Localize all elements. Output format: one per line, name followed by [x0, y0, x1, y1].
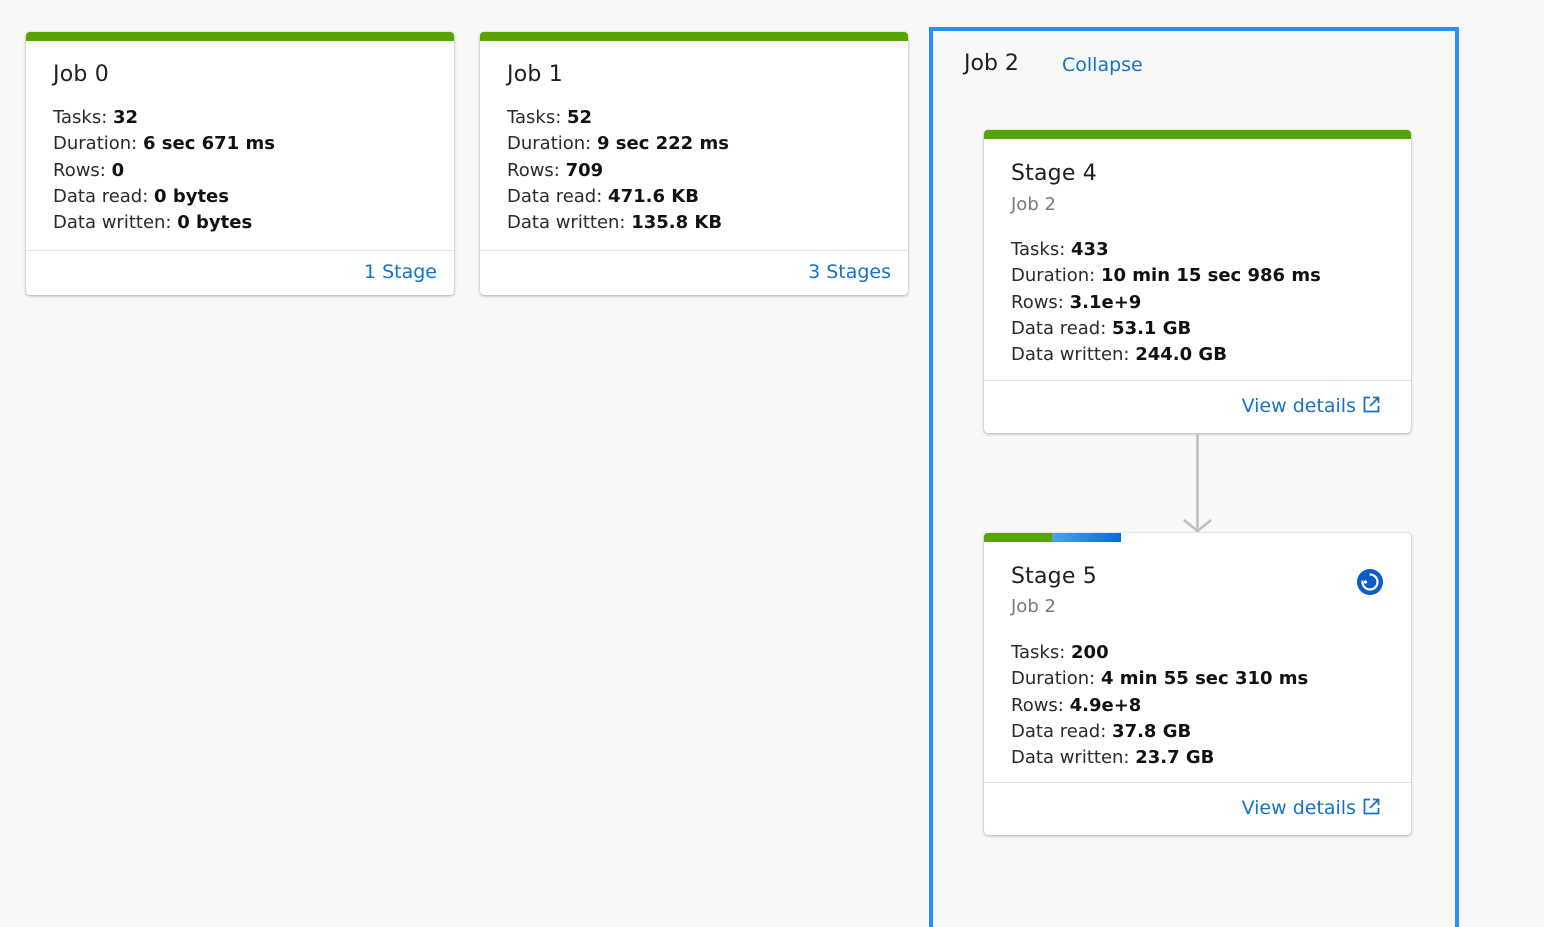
job-2-title: Job 2	[964, 51, 1019, 76]
metric-rows: Rows: 4.9e+8	[1011, 693, 1308, 719]
metric-data-read: Data read: 471.6 KB	[507, 184, 729, 210]
stages-link[interactable]: 1 Stage	[364, 261, 437, 283]
metric-value: 23.7 GB	[1135, 747, 1215, 769]
metric-label: Rows:	[1011, 694, 1064, 716]
card-footer: 1 Stage	[26, 250, 454, 295]
metric-value: 4 min 55 sec 310 ms	[1100, 668, 1309, 690]
metric-label: Rows:	[507, 159, 560, 181]
succeeded-segment	[984, 533, 1052, 542]
metric-label: Data read:	[1011, 317, 1107, 339]
metric-duration: Duration: 6 sec 671 ms	[53, 131, 275, 157]
metric-label: Rows:	[1011, 291, 1064, 313]
metric-value: 471.6 KB	[608, 185, 699, 207]
view-details-link[interactable]: View details	[1242, 395, 1381, 419]
metric-duration: Duration: 9 sec 222 ms	[507, 131, 729, 157]
metric-label: Tasks:	[53, 107, 108, 128]
metric-label: Tasks:	[1011, 642, 1066, 663]
metric-rows: Rows: 3.1e+9	[1011, 290, 1321, 316]
view-details-label: View details	[1241, 797, 1356, 819]
job-title: Job 0	[53, 62, 109, 87]
stage-title: Stage 4	[1011, 161, 1097, 186]
job-title: Job 1	[507, 62, 563, 87]
stage-title: Stage 5	[1011, 564, 1097, 589]
job-metrics: Tasks: 52 Duration: 9 sec 222 ms Rows: 7…	[507, 105, 729, 236]
metric-value: 0 bytes	[177, 212, 253, 234]
metric-label: Data written:	[1011, 747, 1130, 769]
metric-value: 135.8 KB	[631, 212, 723, 234]
metric-tasks: Tasks: 200	[1011, 640, 1308, 666]
metric-value: 52	[567, 107, 593, 128]
metric-value: 0	[111, 159, 125, 181]
external-link-icon	[1362, 797, 1381, 821]
running-segment	[1052, 533, 1121, 542]
metric-tasks: Tasks: 52	[507, 105, 729, 131]
metric-tasks: Tasks: 32	[53, 105, 275, 131]
card-footer: 3 Stages	[480, 250, 908, 295]
card-footer: View details	[984, 782, 1411, 835]
metric-data-read: Data read: 0 bytes	[53, 184, 275, 210]
metric-value: 9 sec 222 ms	[596, 133, 729, 155]
stage-metrics: Tasks: 200 Duration: 4 min 55 sec 310 ms…	[1011, 640, 1308, 771]
stage-card-4[interactable]: Stage 4 Job 2 Tasks: 433 Duration: 10 mi…	[984, 130, 1411, 433]
metric-rows: Rows: 0	[53, 158, 275, 184]
stages-link[interactable]: 3 Stages	[808, 261, 891, 283]
stage-metrics: Tasks: 433 Duration: 10 min 15 sec 986 m…	[1011, 237, 1321, 368]
stage-connector-arrow	[1183, 434, 1212, 533]
metric-duration: Duration: 4 min 55 sec 310 ms	[1011, 666, 1308, 692]
metric-value: 0 bytes	[154, 185, 229, 207]
metric-label: Data read:	[507, 185, 603, 207]
metric-label: Duration:	[1011, 668, 1096, 690]
metric-value: 10 min 15 sec 986 ms	[1100, 265, 1321, 287]
metric-rows: Rows: 709	[507, 158, 729, 184]
metric-value: 709	[565, 159, 604, 181]
metric-label: Duration:	[53, 133, 138, 155]
job-card-0[interactable]: Job 0 Tasks: 32 Duration: 6 sec 671 ms R…	[26, 32, 454, 295]
metric-duration: Duration: 10 min 15 sec 986 ms	[1011, 263, 1321, 289]
metric-data-read: Data read: 37.8 GB	[1011, 719, 1308, 745]
metric-value: 3.1e+9	[1069, 291, 1142, 313]
metric-label: Tasks:	[507, 107, 562, 128]
job-status-bar	[26, 32, 454, 41]
metric-label: Rows:	[53, 159, 106, 181]
stage-progress-bar	[984, 130, 1411, 139]
metric-data-written: Data written: 0 bytes	[53, 210, 275, 236]
stage-card-5[interactable]: Stage 5 Job 2 Tasks: 200 Duration: 4 min…	[984, 533, 1411, 835]
metric-label: Data written:	[53, 212, 172, 234]
metric-label: Duration:	[507, 133, 592, 155]
metric-value: 200	[1071, 642, 1109, 663]
stage-progress-bar	[984, 533, 1411, 542]
view-details-label: View details	[1241, 395, 1356, 417]
metric-value: 53.1 GB	[1112, 317, 1192, 339]
metric-value: 433	[1071, 239, 1109, 260]
job-card-1[interactable]: Job 1 Tasks: 52 Duration: 9 sec 222 ms R…	[480, 32, 908, 295]
metric-value: 32	[113, 107, 139, 128]
metric-value: 6 sec 671 ms	[142, 133, 275, 155]
metric-label: Data read:	[1011, 720, 1107, 742]
metric-value: 244.0 GB	[1135, 344, 1227, 366]
card-footer: View details	[984, 380, 1411, 433]
metric-data-read: Data read: 53.1 GB	[1011, 316, 1321, 342]
stage-job-label: Job 2	[1011, 194, 1056, 215]
metric-data-written: Data written: 135.8 KB	[507, 210, 729, 236]
metric-label: Data read:	[53, 185, 149, 207]
metric-data-written: Data written: 23.7 GB	[1011, 745, 1308, 771]
metric-label: Data written:	[1011, 344, 1130, 366]
metric-value: 37.8 GB	[1112, 720, 1192, 742]
metric-value: 4.9e+8	[1069, 694, 1142, 716]
job-metrics: Tasks: 32 Duration: 6 sec 671 ms Rows: 0…	[53, 105, 275, 236]
metric-label: Data written:	[507, 212, 626, 234]
external-link-icon	[1362, 395, 1381, 419]
stage-job-label: Job 2	[1011, 596, 1056, 617]
collapse-link[interactable]: Collapse	[1062, 54, 1143, 76]
view-details-link[interactable]: View details	[1242, 797, 1381, 821]
metric-label: Duration:	[1011, 265, 1096, 287]
metric-label: Tasks:	[1011, 239, 1066, 260]
metric-tasks: Tasks: 433	[1011, 237, 1321, 263]
running-icon	[1356, 568, 1384, 600]
job-status-bar	[480, 32, 908, 41]
metric-data-written: Data written: 244.0 GB	[1011, 342, 1321, 368]
